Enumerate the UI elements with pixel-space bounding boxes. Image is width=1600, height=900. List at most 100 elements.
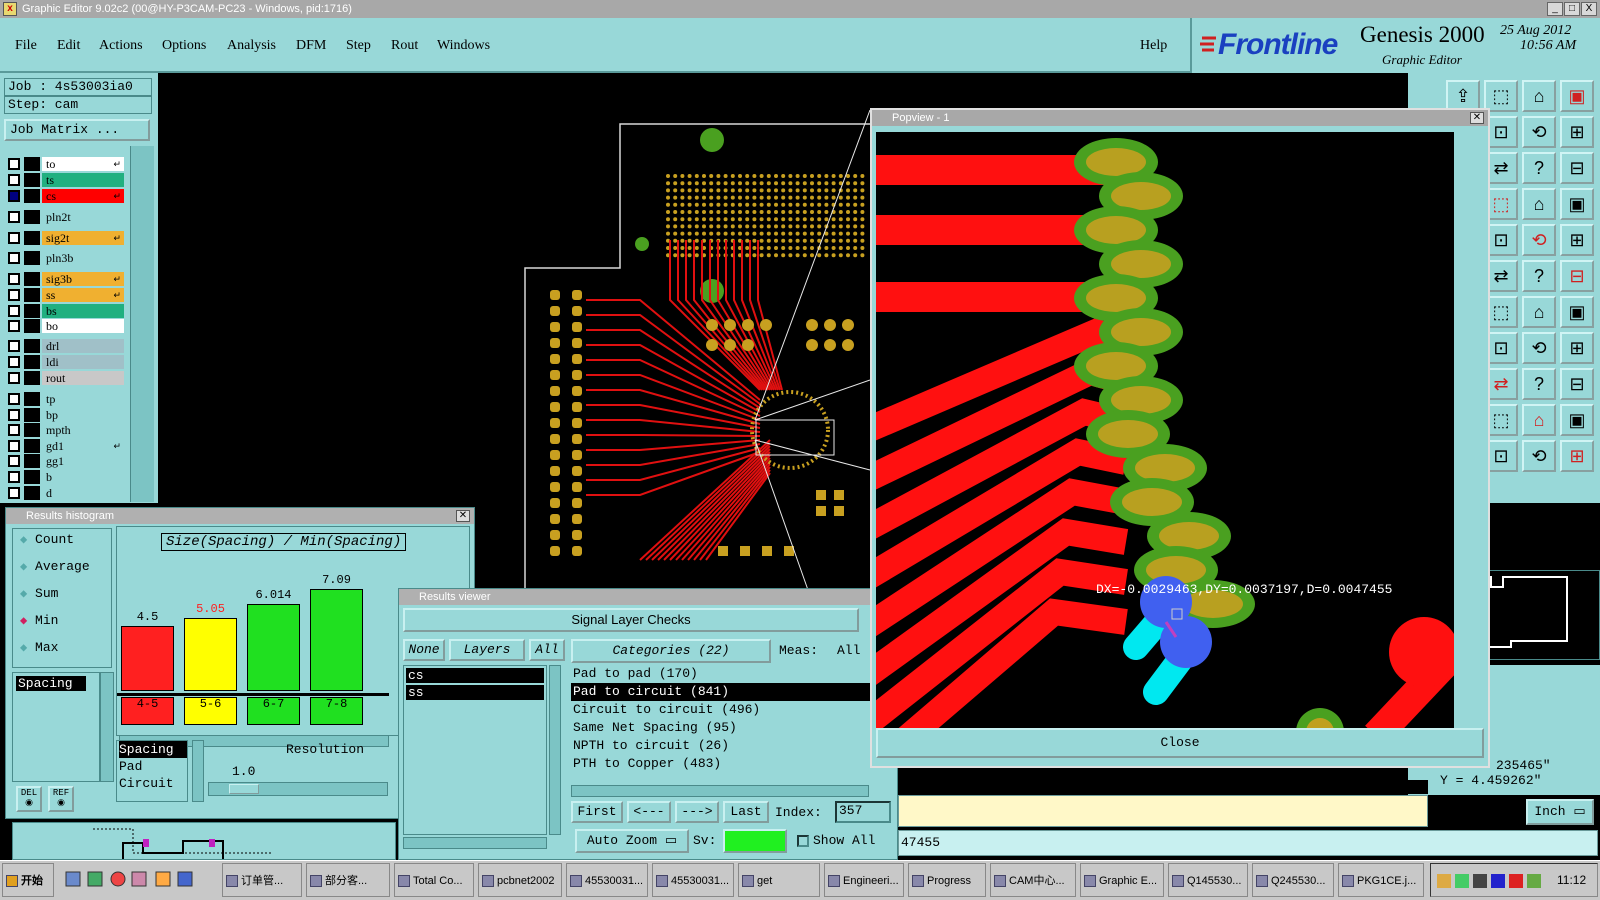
categories-button[interactable]: Categories (22) (571, 639, 771, 663)
layers-none-button[interactable]: None (403, 639, 445, 661)
layer-row-rout[interactable]: rout (6, 371, 124, 385)
field-pad[interactable]: Pad (119, 758, 187, 775)
check-header[interactable]: Signal Layer Checks (403, 608, 859, 632)
category-item[interactable]: Same Net Spacing (95) (571, 719, 895, 737)
categories-hscrollbar[interactable] (571, 785, 869, 797)
menu-step[interactable]: Step (346, 38, 371, 54)
popview-close-icon[interactable]: ✕ (1470, 112, 1484, 124)
category-item[interactable]: NPTH to circuit (26) (571, 737, 895, 755)
last-button[interactable]: Last (723, 801, 769, 823)
layer-checkbox[interactable] (8, 424, 20, 436)
ref-button[interactable]: REF ◉ (48, 786, 74, 812)
tool-button-icon[interactable]: ⟲ (1522, 224, 1556, 256)
tool-button-icon[interactable]: ? (1522, 152, 1556, 184)
field-circuit[interactable]: Circuit (119, 775, 187, 792)
taskbar-item[interactable]: 45530031... (566, 863, 648, 897)
resolution-slider-thumb[interactable] (229, 784, 259, 794)
tool-button-icon[interactable]: ⊟ (1560, 368, 1594, 400)
category-item[interactable]: PTH to Copper (483) (571, 755, 895, 773)
menu-dfm[interactable]: DFM (296, 38, 326, 54)
tool-button-icon[interactable]: ⟲ (1522, 332, 1556, 364)
command-line[interactable]: 47455 (898, 830, 1598, 856)
layer-checkbox[interactable] (8, 190, 20, 202)
menu-file[interactable]: File (15, 38, 37, 54)
layer-row-drl[interactable]: drl (6, 339, 124, 353)
first-button[interactable]: First (571, 801, 623, 823)
close-window-button[interactable]: X (1581, 2, 1597, 16)
layers-scrollbar[interactable] (549, 665, 561, 835)
tool-button-icon[interactable]: ⌂ (1522, 404, 1556, 436)
layer-checkbox[interactable] (8, 289, 20, 301)
layer-row-mpth[interactable]: mpth (6, 423, 124, 437)
taskbar-item[interactable]: Q245530... (1252, 863, 1334, 897)
metric-list[interactable]: Spacing (12, 672, 100, 782)
show-all-checkbox[interactable] (797, 835, 809, 847)
layer-row-to[interactable]: to ↵ (6, 157, 124, 171)
prev-button[interactable]: <--- (627, 801, 671, 823)
menu-edit[interactable]: Edit (57, 38, 80, 54)
layer-checkbox[interactable] (8, 487, 20, 499)
tool-button-icon[interactable]: ⌂ (1522, 188, 1556, 220)
maximize-button[interactable]: □ (1564, 2, 1580, 16)
popview-close-button[interactable]: Close (876, 728, 1484, 758)
units-select[interactable]: Inch ▭ (1526, 799, 1594, 825)
bar-6-7[interactable] (247, 604, 300, 691)
category-item[interactable]: Pad to pad (170) (571, 665, 895, 683)
aggregate-sum[interactable]: ◆ Sum (20, 586, 110, 601)
categories-list[interactable]: Pad to pad (170) Pad to circuit (841) Circ… (571, 665, 895, 771)
meas-value[interactable]: All (837, 643, 860, 658)
layer-checkbox[interactable] (8, 305, 20, 317)
aggregate-min[interactable]: ◆ Min (20, 613, 110, 628)
bar-7-8[interactable] (310, 589, 363, 691)
layer-row-ldi[interactable]: ldi (6, 355, 124, 369)
menu-windows[interactable]: Windows (437, 38, 490, 54)
category-item[interactable]: Pad to circuit (841) (571, 683, 895, 701)
tool-button-icon[interactable]: ⊟ (1560, 260, 1594, 292)
layer-row-tp[interactable]: tp (6, 392, 124, 406)
tool-button-icon[interactable]: ⊞ (1560, 332, 1594, 364)
menu-help[interactable]: Help (1140, 38, 1167, 54)
job-matrix-button[interactable]: Job Matrix ... (4, 119, 150, 141)
tool-button-icon[interactable]: ⊞ (1560, 116, 1594, 148)
tool-button-icon[interactable]: ? (1522, 368, 1556, 400)
layer-row-pln3b[interactable]: pln3b (6, 251, 124, 265)
layer-row-b[interactable]: b (6, 470, 124, 484)
tool-button-icon[interactable]: ▣ (1560, 188, 1594, 220)
layer-checkbox[interactable] (8, 409, 20, 421)
layer-row-ss[interactable]: ss ↵ (6, 288, 124, 302)
tool-button-icon[interactable]: ⌂ (1522, 80, 1556, 112)
tool-button-icon[interactable]: ⟲ (1522, 116, 1556, 148)
metric-spacing[interactable]: Spacing (16, 676, 86, 691)
layer-item-cs[interactable]: cs (406, 668, 544, 683)
tool-button-icon[interactable]: ⊟ (1560, 152, 1594, 184)
popview-canvas[interactable]: DX=-0.0029463,DY=0.0037197,D=0.0047455 (876, 132, 1454, 736)
resolution-slider[interactable] (208, 782, 388, 796)
layer-checkbox[interactable] (8, 232, 20, 244)
menu-actions[interactable]: Actions (99, 38, 143, 54)
tool-button-icon[interactable]: ▣ (1560, 404, 1594, 436)
histogram-close-icon[interactable]: ✕ (456, 510, 470, 522)
aggregate-count[interactable]: ◆ Count (20, 532, 110, 547)
layer-checkbox[interactable] (8, 273, 20, 285)
layer-row-bo[interactable]: bo (6, 319, 124, 333)
taskbar-item[interactable]: pcbnet2002 (478, 863, 562, 897)
app-icon[interactable]: x (3, 2, 17, 16)
layer-row-gd1[interactable]: gd1 ↵ (6, 439, 124, 453)
layer-checkbox[interactable] (8, 174, 20, 186)
taskbar-item[interactable]: Graphic E... (1080, 863, 1164, 897)
taskbar-item[interactable]: Q145530... (1168, 863, 1248, 897)
category-item[interactable]: Circuit to circuit (496) (571, 701, 895, 719)
layer-checkbox[interactable] (8, 356, 20, 368)
layer-checkbox[interactable] (8, 455, 20, 467)
next-button[interactable]: ---> (675, 801, 719, 823)
auto-zoom-select[interactable]: Auto Zoom ▭ (575, 829, 689, 853)
index-field[interactable]: 357 (835, 801, 891, 823)
tool-button-icon[interactable]: ? (1522, 260, 1556, 292)
layer-checkbox[interactable] (8, 393, 20, 405)
taskbar-item[interactable]: get (738, 863, 820, 897)
layer-checkbox[interactable] (8, 320, 20, 332)
taskbar-item[interactable]: Total Co... (394, 863, 474, 897)
aggregate-average[interactable]: ◆ Average (20, 559, 110, 574)
layers-hscrollbar[interactable] (403, 837, 547, 849)
field-scrollbar[interactable] (192, 740, 204, 802)
